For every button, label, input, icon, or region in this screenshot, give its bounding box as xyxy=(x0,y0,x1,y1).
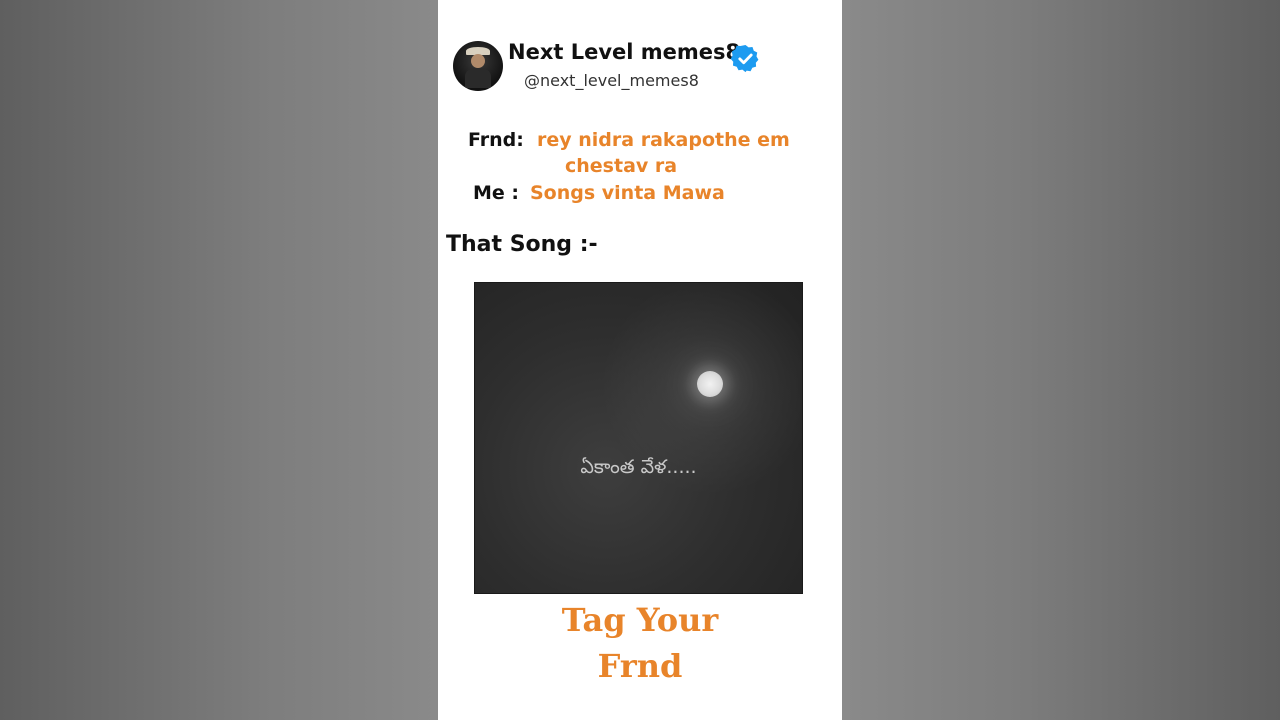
face-shape xyxy=(471,54,485,68)
me-line: Songs vinta Mawa xyxy=(530,182,725,204)
meme-post: Next Level memes8 @next_level_memes8 Frn… xyxy=(438,0,842,720)
video-frame[interactable]: ఏకాంత వేళ..... xyxy=(474,282,803,594)
avatar[interactable] xyxy=(453,41,503,91)
frnd-label: Frnd: xyxy=(468,129,524,151)
moon-shape xyxy=(697,371,723,397)
frnd-line: Frnd xyxy=(597,647,683,685)
background-left xyxy=(0,0,438,720)
verified-badge-icon xyxy=(730,44,759,73)
tag-your-line: Tag Your xyxy=(561,601,719,639)
body-shape xyxy=(465,68,491,88)
frnd-line-1: rey nidra rakapothe em xyxy=(537,129,790,151)
frnd-line-2: chestav ra xyxy=(565,155,678,177)
video-caption: ఏకాంత వేళ..... xyxy=(580,456,697,478)
account-name[interactable]: Next Level memes8 xyxy=(508,40,740,64)
account-handle[interactable]: @next_level_memes8 xyxy=(524,71,699,90)
background-right xyxy=(842,0,1280,720)
me-label: Me : xyxy=(473,182,520,204)
that-song-heading: That Song :- xyxy=(446,232,598,257)
